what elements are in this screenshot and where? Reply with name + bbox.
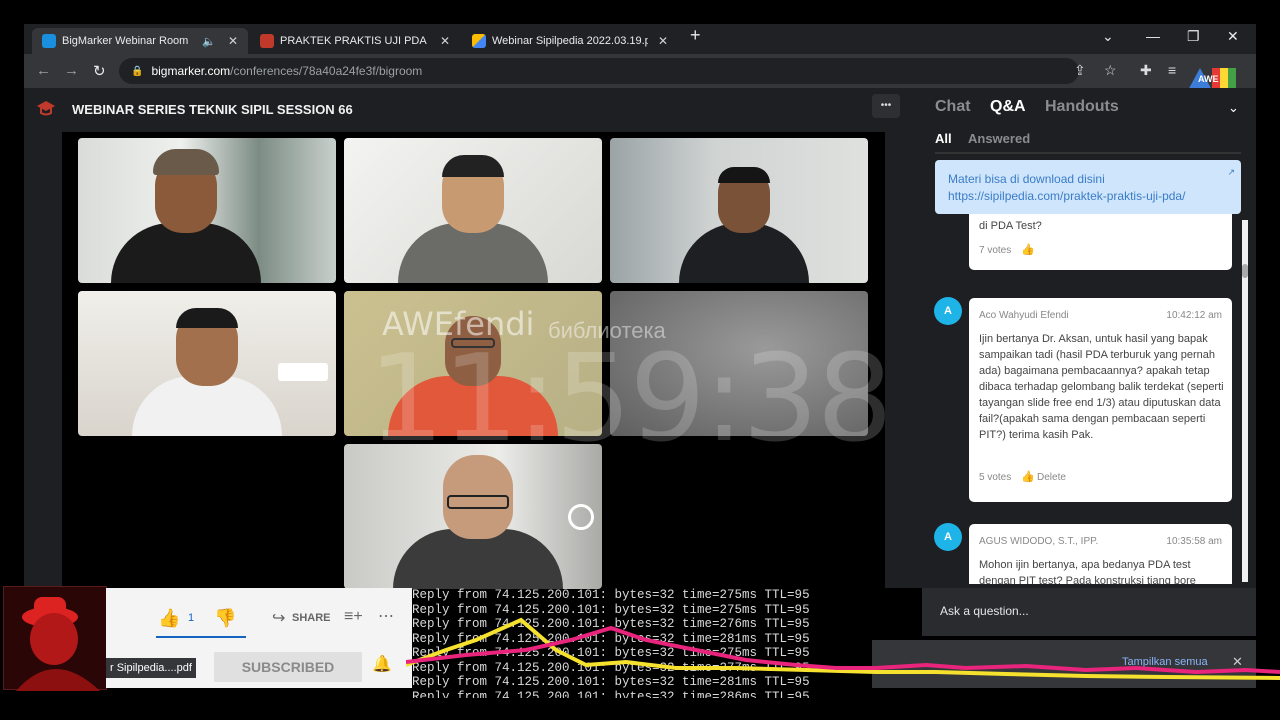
tab-webinar-pdf[interactable]: Webinar Sipilpedia 2022.03.19.pd ✕	[462, 28, 678, 54]
graduation-cap-icon	[36, 98, 56, 118]
new-tab-button[interactable]: +	[690, 25, 701, 46]
scrollbar[interactable]	[1242, 220, 1248, 582]
like-icon[interactable]: 👍	[158, 608, 180, 629]
vote-count: 7 votes	[979, 245, 1012, 256]
address-toolbar: ← → ↻ 🔒 bigmarker.com/conferences/78a40a…	[24, 54, 1256, 88]
question-card: Aco Wahyudi Efendi 10:42:12 am Ijin bert…	[969, 298, 1232, 502]
tab-label: PRAKTEK PRAKTIS UJI PDA | Sipil	[280, 35, 430, 47]
bell-icon[interactable]: 🔔	[372, 654, 392, 674]
video-tile[interactable]	[344, 138, 602, 283]
cursor-ring-icon	[568, 504, 594, 530]
url-input[interactable]: 🔒 bigmarker.com/conferences/78a40a24fe3f…	[119, 58, 1079, 84]
author-name: AGUS WIDODO, S.T., IPP.	[979, 536, 1099, 547]
tab-label: Webinar Sipilpedia 2022.03.19.pd	[492, 35, 648, 47]
close-window-icon[interactable]: ✕	[1227, 28, 1239, 45]
chevron-down-icon[interactable]: ⌄	[1228, 100, 1239, 116]
side-panel: Chat Q&A Handouts ⌄ All Answered di PDA …	[922, 88, 1256, 636]
pinned-line-1: Materi bisa di download disini	[948, 172, 1105, 186]
channel-avatar	[3, 586, 107, 691]
tab-qa[interactable]: Q&A	[990, 98, 1026, 116]
download-file-label[interactable]: r Sipilpedia....pdf	[106, 658, 196, 678]
share-arrow-icon[interactable]: ↪	[272, 608, 285, 628]
extensions-icon[interactable]: ✚	[1140, 62, 1152, 79]
close-tab-icon[interactable]: ✕	[440, 34, 450, 48]
ping-line: Reply from 74.125.200.101: bytes=32 time…	[412, 689, 810, 699]
tab-bigmarker[interactable]: BigMarker Webinar Room 🔈 ✕	[32, 28, 248, 54]
subscribed-button[interactable]: SUBSCRIBED	[214, 652, 362, 682]
share-button[interactable]: SHARE	[292, 612, 331, 624]
brand-watermark: AWEfendi	[382, 305, 535, 343]
pinned-message[interactable]: Materi bisa di download disini https://s…	[935, 160, 1241, 214]
forward-icon[interactable]: →	[64, 62, 79, 79]
reload-icon[interactable]: ↻	[93, 62, 106, 80]
awe-logo-text: AWE	[1198, 74, 1219, 84]
video-tile[interactable]	[78, 138, 336, 283]
close-tab-icon[interactable]: ✕	[658, 34, 668, 48]
ping-line: Reply from 74.125.200.101: bytes=32 time…	[412, 588, 810, 602]
webinar-title: WEBINAR SERIES TEKNIK SIPIL SESSION 66	[72, 102, 353, 117]
more-options-button[interactable]: •••	[872, 94, 900, 118]
url-path: /conferences/78a40a24fe3f/bigroom	[230, 64, 423, 78]
question-card: di PDA Test? 7 votes 👍	[969, 214, 1232, 270]
speaker-icon[interactable]: 🔈	[202, 35, 216, 48]
tab-praktek[interactable]: PRAKTEK PRAKTIS UJI PDA | Sipil ✕	[250, 28, 460, 54]
thumbs-up-icon[interactable]: 👍	[1021, 470, 1035, 483]
avatar: A	[934, 523, 962, 551]
back-icon[interactable]: ←	[36, 62, 51, 79]
thumbs-up-icon[interactable]: 👍	[1021, 243, 1035, 256]
dislike-icon[interactable]: 👎	[214, 608, 236, 629]
tab-label: BigMarker Webinar Room	[62, 35, 189, 47]
video-tile[interactable]	[610, 138, 868, 283]
youtube-action-bar: 👍 1 👎 ↪ SHARE ≡+ ⋯ r Sipilpedia....pdf S…	[106, 588, 412, 688]
wave-graphic	[406, 617, 1280, 680]
more-icon[interactable]: ⋯	[378, 606, 394, 626]
restore-icon[interactable]: ❐	[1187, 28, 1200, 45]
question-card: AGUS WIDODO, S.T., IPP. 10:35:58 am Moho…	[969, 524, 1232, 584]
subtab-answered[interactable]: Answered	[968, 131, 1030, 146]
brand-sub-watermark: библиотека	[548, 318, 666, 343]
question-time: 10:35:58 am	[1166, 536, 1222, 547]
url-domain: bigmarker.com	[151, 64, 231, 78]
reading-list-icon[interactable]: ≡	[1168, 62, 1176, 78]
document-favicon-icon	[260, 34, 274, 48]
star-icon[interactable]: ☆	[1104, 62, 1117, 79]
like-count: 1	[188, 612, 195, 624]
chevron-down-icon[interactable]: ⌄	[1102, 28, 1114, 45]
external-link-icon[interactable]: ↗	[1227, 164, 1235, 181]
question-time: 10:42:12 am	[1166, 310, 1222, 321]
share-icon[interactable]: ⇪	[1074, 62, 1086, 79]
add-to-playlist-icon[interactable]: ≡+	[344, 608, 363, 626]
lock-icon: 🔒	[131, 65, 144, 77]
minimize-icon[interactable]: —	[1146, 28, 1160, 44]
question-text: Mohon ijin bertanya, apa bedanya PDA tes…	[979, 559, 1196, 584]
browser-tab-bar: BigMarker Webinar Room 🔈 ✕ PRAKTEK PRAKT…	[24, 24, 1256, 54]
clock-watermark: 11:59:38	[368, 330, 893, 469]
bigmarker-favicon-icon	[42, 34, 56, 48]
author-name: Aco Wahyudi Efendi	[979, 310, 1069, 321]
close-tab-icon[interactable]: ✕	[228, 34, 238, 48]
qa-list: di PDA Test? 7 votes 👍 A Aco Wahyudi Efe…	[922, 214, 1256, 584]
subtab-all[interactable]: All	[935, 131, 952, 146]
tab-handouts[interactable]: Handouts	[1045, 98, 1119, 116]
drive-favicon-icon	[472, 34, 486, 48]
avatar: A	[934, 297, 962, 325]
vote-count: 5 votes	[979, 472, 1012, 483]
video-tile[interactable]	[78, 291, 336, 436]
question-text: di PDA Test?	[979, 220, 1042, 232]
question-text: Ijin bertanya Dr. Aksan, untuk hasil yan…	[979, 333, 1224, 441]
tab-chat[interactable]: Chat	[935, 98, 971, 116]
pinned-link[interactable]: https://sipilpedia.com/praktek-praktis-u…	[948, 188, 1241, 205]
delete-button[interactable]: Delete	[1037, 472, 1066, 483]
